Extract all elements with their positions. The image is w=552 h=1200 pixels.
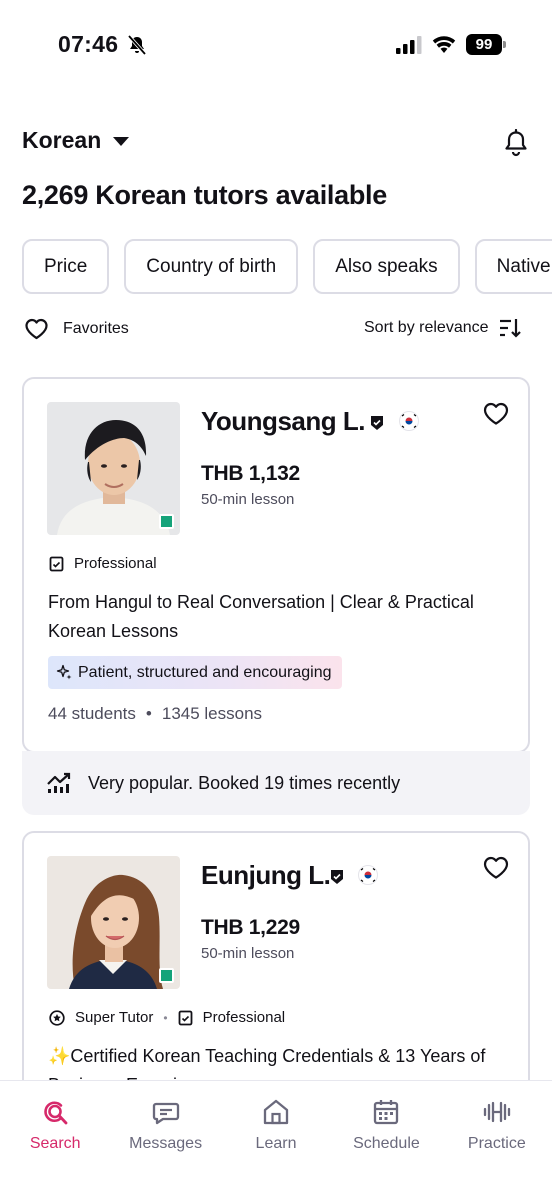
heart-outline-icon — [25, 318, 48, 340]
badge-professional-label: Professional — [74, 555, 157, 572]
nav-messages[interactable]: Messages — [110, 1081, 220, 1200]
battery-cap — [503, 41, 506, 48]
home-icon — [263, 1099, 289, 1125]
sort-dropdown[interactable]: Sort by relevance — [364, 318, 521, 338]
lesson-duration: 50-min lesson — [201, 491, 295, 508]
korea-flag-icon — [399, 411, 419, 431]
sort-label: Sort by relevance — [364, 319, 489, 336]
favorites-label: Favorites — [63, 320, 129, 337]
filter-chip-native[interactable]: Native — [474, 239, 552, 294]
nav-schedule[interactable]: Schedule — [331, 1081, 441, 1200]
message-icon — [152, 1102, 179, 1125]
nav-search-label: Search — [29, 1135, 81, 1152]
popularity-banner: Very popular. Booked 19 times recently — [22, 751, 530, 815]
status-time: 07:46 — [58, 31, 119, 57]
badge-professional: Professional — [49, 555, 157, 572]
bottom-navigation: Search Messages Learn Schedule Practice — [0, 1080, 552, 1200]
tutor-badges: Super Tutor • Professional — [49, 1009, 285, 1026]
nav-practice[interactable]: Practice — [442, 1081, 552, 1200]
online-indicator — [159, 514, 174, 529]
filter-chips: Price Country of birth Also speaks Nativ… — [22, 239, 552, 294]
lesson-duration: 50-min lesson — [201, 945, 295, 962]
verified-badge-icon — [331, 870, 343, 884]
certificate-icon — [49, 556, 64, 571]
nav-messages-label: Messages — [129, 1135, 203, 1152]
tutor-avatar[interactable] — [47, 856, 180, 989]
search-icon — [44, 1101, 68, 1125]
tutor-price: THB 1,229 — [201, 916, 300, 939]
language-label: Korean — [22, 127, 102, 153]
tutor-headline: From Hangul to Real Conversation | Clear… — [48, 592, 474, 641]
filter-chip-also-speaks[interactable]: Also speaks — [313, 239, 460, 294]
students-count: 44 students — [48, 704, 136, 723]
notification-bell-icon[interactable] — [503, 129, 529, 157]
badge-separator: • — [163, 1010, 168, 1025]
dumbbell-icon — [483, 1101, 510, 1123]
nav-learn-label: Learn — [255, 1135, 297, 1152]
badge-professional: Professional — [178, 1009, 286, 1026]
nav-schedule-label: Schedule — [353, 1135, 420, 1152]
chevron-down-icon — [113, 137, 130, 146]
popularity-text: Very popular. Booked 19 times recently — [88, 772, 401, 793]
tutor-trait-label: Patient, structured and encouraging — [78, 664, 332, 681]
filter-chip-price[interactable]: Price — [22, 239, 110, 294]
tutor-badges: Professional — [49, 555, 157, 572]
badge-super-tutor-label: Super Tutor — [75, 1009, 154, 1026]
sort-icon — [499, 319, 521, 338]
tutor-name[interactable]: Youngsang L. — [201, 406, 365, 437]
language-selector[interactable]: Korean — [22, 127, 130, 154]
trending-chart-icon — [47, 772, 71, 793]
bell-slash-icon — [127, 34, 147, 56]
certificate-icon — [178, 1010, 192, 1025]
tutor-trait-badge: Patient, structured and encouraging — [48, 656, 342, 689]
filter-chip-country-of-birth[interactable]: Country of birth — [124, 239, 299, 294]
calendar-icon — [374, 1100, 399, 1125]
korea-flag-icon — [358, 865, 378, 885]
tutor-price: THB 1,132 — [201, 462, 300, 485]
nav-learn[interactable]: Learn — [221, 1081, 331, 1200]
tutor-name[interactable]: Eunjung L. — [201, 860, 331, 891]
wifi-icon — [432, 36, 456, 53]
battery-icon: 99 — [466, 34, 502, 55]
tutor-avatar[interactable] — [47, 402, 180, 535]
stats-separator: • — [145, 704, 152, 723]
tutor-card[interactable]: Youngsang L. THB 1,132 50-min lesson Pro… — [22, 377, 530, 753]
status-bar: 07:46 99 — [0, 0, 552, 92]
page-title: 2,269 Korean tutors available — [22, 180, 387, 210]
tutor-stats: 44 students • 1345 lessons — [48, 704, 262, 724]
signal-icon — [396, 36, 422, 54]
verified-badge-icon — [371, 416, 383, 430]
super-tutor-icon — [49, 1009, 65, 1026]
favorites-link[interactable]: Favorites — [24, 318, 129, 340]
sparkle-icon — [56, 664, 72, 680]
online-indicator — [159, 968, 174, 983]
lessons-count: 1345 lessons — [161, 704, 263, 723]
badge-super-tutor: Super Tutor — [49, 1009, 153, 1026]
favorite-heart-icon[interactable] — [483, 856, 509, 880]
nav-search[interactable]: Search — [0, 1081, 110, 1200]
nav-practice-label: Practice — [467, 1135, 526, 1152]
badge-professional-label: Professional — [202, 1009, 286, 1026]
favorite-heart-icon[interactable] — [483, 402, 509, 426]
